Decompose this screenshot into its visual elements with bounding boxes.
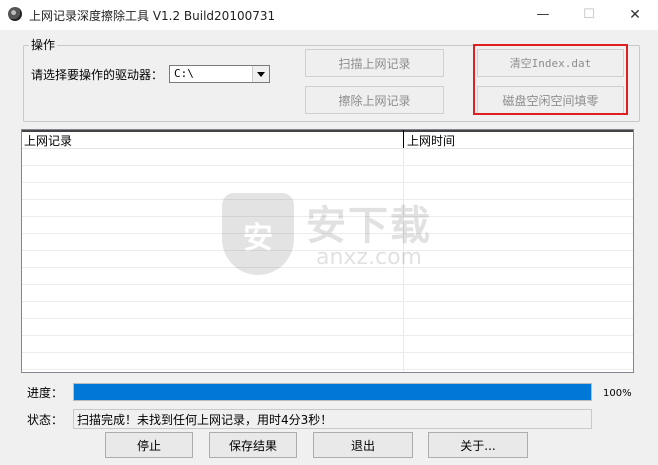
operations-group-label: 操作 (29, 36, 58, 53)
drive-select[interactable]: C:\ (169, 65, 270, 83)
minimize-button[interactable]: — (520, 0, 566, 30)
progress-label: 进度： (27, 386, 64, 400)
stop-button[interactable]: 停止 (105, 432, 193, 458)
chevron-down-icon[interactable] (252, 66, 269, 82)
maximize-button[interactable]: ☐ (566, 0, 612, 30)
progress-fill (74, 384, 591, 400)
title-bar: 上网记录深度擦除工具 V1.2 Build20100731 — ☐ ✕ (0, 0, 658, 30)
records-list[interactable]: 上网记录 上网时间 安 安下载 anxz.com (21, 129, 634, 373)
close-button[interactable]: ✕ (612, 0, 658, 30)
status-text: 扫描完成！未找到任何上网记录，用时4分3秒！ (73, 409, 592, 429)
row-gridline (22, 165, 633, 166)
column-header-time[interactable]: 上网时间 (407, 132, 455, 149)
about-button[interactable]: 关于... (428, 432, 528, 458)
exit-button[interactable]: 退出 (313, 432, 413, 458)
status-label: 状态： (27, 413, 64, 427)
row-gridline (22, 182, 633, 183)
erase-records-button[interactable]: 擦除上网记录 (305, 86, 444, 114)
progress-bar (73, 383, 592, 401)
app-icon (8, 7, 22, 21)
row-gridline (22, 352, 633, 353)
progress-percent: 100% (603, 388, 632, 399)
row-gridline (22, 369, 633, 370)
watermark: 安 安下载 anxz.com (222, 185, 462, 285)
save-results-button[interactable]: 保存结果 (209, 432, 297, 458)
scan-records-button[interactable]: 扫描上网记录 (305, 49, 444, 77)
watermark-title: 安下载 (306, 203, 432, 249)
window-title: 上网记录深度擦除工具 V1.2 Build20100731 (29, 9, 276, 23)
list-header: 上网记录 上网时间 (22, 130, 633, 149)
drive-label: 请选择要操作的驱动器： (31, 68, 164, 82)
row-gridline (22, 335, 633, 336)
row-gridline (22, 301, 633, 302)
header-top-edge (22, 130, 633, 132)
column-header-records[interactable]: 上网记录 (24, 132, 72, 149)
watermark-badge-text: 安 (243, 221, 273, 256)
watermark-shield-icon: 安 (222, 193, 294, 275)
row-gridline (22, 318, 633, 319)
column-divider[interactable] (403, 130, 404, 148)
watermark-subtitle: anxz.com (316, 245, 422, 270)
drive-select-value: C:\ (174, 67, 194, 80)
highlight-box (473, 44, 628, 115)
